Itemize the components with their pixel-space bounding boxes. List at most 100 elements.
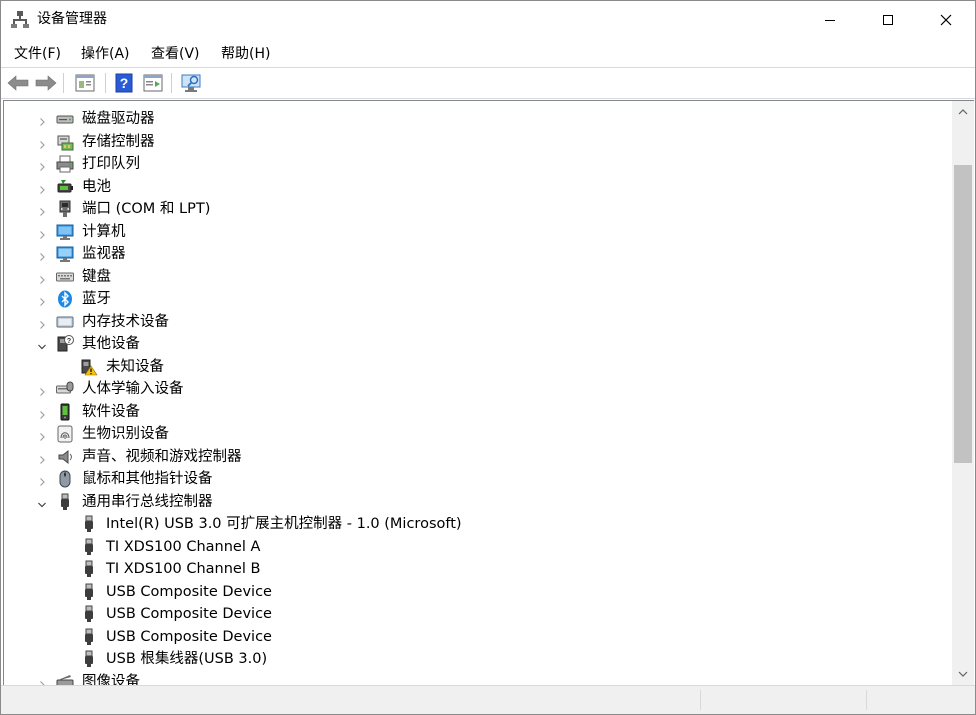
- tree-device-row[interactable]: Intel(R) USB 3.0 可扩展主机控制器 - 1.0 (Microso…: [4, 513, 944, 535]
- tree-item-label: USB 根集线器(USB 3.0): [106, 651, 268, 667]
- tree-category-row[interactable]: 人体学输入设备: [4, 378, 944, 400]
- bluetooth-icon: [56, 290, 74, 308]
- window-title: 设备管理器: [37, 11, 107, 27]
- collapsed-chevron-icon[interactable]: [36, 226, 48, 239]
- tree-device-row[interactable]: USB Composite Device: [4, 626, 944, 648]
- tree-category-row[interactable]: 存储控制器: [4, 131, 944, 153]
- tree-device-row[interactable]: USB Composite Device: [4, 581, 944, 603]
- menu-action[interactable]: 操作(A): [77, 43, 134, 65]
- scroll-up-button[interactable]: [952, 103, 974, 121]
- other-devices-icon: ?: [56, 335, 74, 353]
- tree-device-row[interactable]: USB Composite Device: [4, 603, 944, 625]
- tree-item-label: 通用串行总线控制器: [82, 493, 213, 510]
- scroll-down-button[interactable]: [952, 665, 974, 683]
- menu-view[interactable]: 查看(V): [147, 43, 204, 65]
- close-button[interactable]: [917, 1, 975, 39]
- tree-category-row[interactable]: 计算机: [4, 221, 944, 243]
- title-bar[interactable]: 设备管理器: [1, 1, 975, 39]
- usb-plug-icon: [80, 583, 98, 601]
- tree-category-row[interactable]: 磁盘驱动器: [4, 108, 944, 130]
- tree-item-label: 图像设备: [82, 673, 140, 686]
- expanded-chevron-icon[interactable]: [36, 496, 48, 508]
- help-icon: ?: [115, 73, 133, 93]
- tree-category-row[interactable]: 生物识别设备: [4, 423, 944, 445]
- tree-item-label: 打印队列: [82, 156, 140, 172]
- tree-item-label: 磁盘驱动器: [82, 111, 155, 127]
- tree-item-label: TI XDS100 Channel A: [106, 538, 261, 555]
- usb-plug-icon: [80, 605, 98, 623]
- tree-category-row[interactable]: 通用串行总线控制器: [4, 491, 944, 513]
- chevron-down-icon: [958, 671, 968, 677]
- tree-item-label: 声音、视频和游戏控制器: [82, 448, 242, 465]
- scroll-thumb[interactable]: [954, 165, 972, 463]
- menu-file[interactable]: 文件(F): [10, 43, 65, 65]
- close-icon: [940, 14, 952, 26]
- collapsed-chevron-icon[interactable]: [36, 473, 48, 486]
- tree-category-row[interactable]: 软件设备: [4, 401, 944, 423]
- tree-item-label: 软件设备: [82, 403, 140, 420]
- tree-category-row[interactable]: 打印队列: [4, 153, 944, 175]
- collapsed-chevron-icon[interactable]: [36, 383, 48, 396]
- status-bar: [1, 685, 975, 714]
- usb-controller-icon: [56, 493, 74, 511]
- collapsed-chevron-icon[interactable]: [36, 113, 48, 126]
- minimize-icon: [825, 20, 835, 21]
- collapsed-chevron-icon[interactable]: [36, 271, 48, 284]
- imaging-device-icon: [56, 673, 74, 685]
- tree-category-row[interactable]: 监视器: [4, 243, 944, 265]
- tree-item-label: USB Composite Device: [106, 628, 272, 645]
- menu-help[interactable]: 帮助(H): [217, 43, 274, 65]
- tree-item-label: 人体学输入设备: [82, 381, 184, 397]
- tree-item-label: 内存技术设备: [82, 313, 169, 330]
- collapsed-chevron-icon[interactable]: [36, 316, 48, 329]
- help-button[interactable]: ?: [112, 72, 136, 94]
- tree-category-row[interactable]: ? 其他设备: [4, 333, 944, 355]
- expanded-chevron-icon[interactable]: [36, 338, 48, 350]
- tree-item-label: USB Composite Device: [106, 583, 272, 600]
- collapsed-chevron-icon[interactable]: [36, 248, 48, 261]
- properties-button[interactable]: [73, 72, 97, 94]
- toolbar-separator: [105, 73, 106, 93]
- forward-icon: [35, 75, 57, 91]
- mouse-icon: [56, 470, 74, 488]
- collapsed-chevron-icon[interactable]: [36, 428, 48, 441]
- storage-controller-icon: [56, 133, 74, 151]
- back-button[interactable]: [6, 72, 30, 94]
- collapsed-chevron-icon[interactable]: [36, 293, 48, 306]
- collapsed-chevron-icon[interactable]: [36, 203, 48, 216]
- tree-category-row[interactable]: 端口 (COM 和 LPT): [4, 198, 944, 220]
- tree-category-row[interactable]: 电池: [4, 176, 944, 198]
- collapsed-chevron-icon[interactable]: [36, 451, 48, 464]
- tree-item-label: Intel(R) USB 3.0 可扩展主机控制器 - 1.0 (Microso…: [106, 516, 462, 532]
- collapsed-chevron-icon[interactable]: [36, 136, 48, 149]
- scan-hardware-button[interactable]: [180, 72, 204, 94]
- usb-plug-icon: [80, 650, 98, 668]
- tree-category-row[interactable]: 蓝牙: [4, 288, 944, 310]
- collapsed-chevron-icon[interactable]: [36, 406, 48, 419]
- svg-text:?: ?: [67, 338, 71, 345]
- device-manager-window: 设备管理器 文件(F) 操作(A) 查看(V) 帮助(H) ? 磁盘驱动器 存储…: [0, 0, 976, 715]
- tree-category-row[interactable]: 鼠标和其他指针设备: [4, 468, 944, 490]
- minimize-button[interactable]: [801, 1, 859, 39]
- device-tree[interactable]: 磁盘驱动器存储控制器打印队列电池端口 (COM 和 LPT) 计算机监视器键盘 蓝牙…: [3, 100, 952, 685]
- vertical-scrollbar[interactable]: [952, 100, 974, 685]
- tree-device-row[interactable]: TI XDS100 Channel B: [4, 558, 944, 580]
- tree-category-row[interactable]: 键盘: [4, 266, 944, 288]
- usb-plug-icon: [80, 538, 98, 556]
- menu-bar: 文件(F) 操作(A) 查看(V) 帮助(H): [1, 39, 975, 67]
- forward-button[interactable]: [34, 72, 58, 94]
- maximize-icon: [883, 15, 893, 25]
- maximize-button[interactable]: [859, 1, 917, 39]
- tree-device-row[interactable]: USB 根集线器(USB 3.0): [4, 648, 944, 670]
- tree-item-label: 电池: [82, 178, 111, 195]
- collapsed-chevron-icon[interactable]: [36, 676, 48, 685]
- tree-device-row[interactable]: 未知设备: [4, 356, 944, 378]
- update-driver-button[interactable]: [141, 72, 165, 94]
- collapsed-chevron-icon[interactable]: [36, 181, 48, 194]
- tree-category-row[interactable]: 声音、视频和游戏控制器: [4, 446, 944, 468]
- collapsed-chevron-icon[interactable]: [36, 158, 48, 171]
- tree-device-row[interactable]: TI XDS100 Channel A: [4, 536, 944, 558]
- tree-category-row[interactable]: 内存技术设备: [4, 311, 944, 333]
- tree-category-row[interactable]: 图像设备: [4, 671, 944, 686]
- tree-item-label: 监视器: [82, 246, 126, 262]
